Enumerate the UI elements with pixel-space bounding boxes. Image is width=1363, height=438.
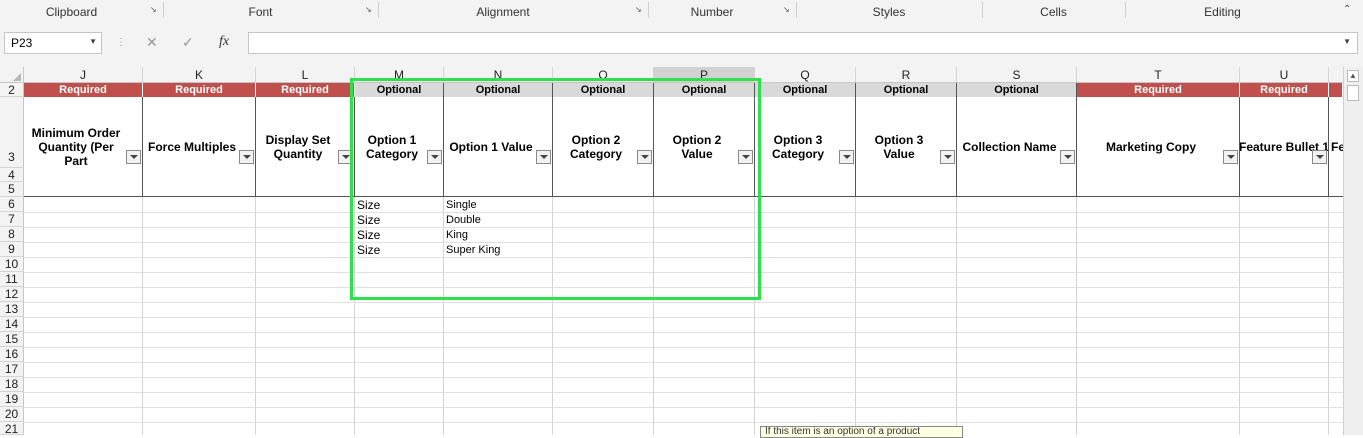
filter-dropdown-icon[interactable] [839, 150, 854, 164]
column-header-partial[interactable] [1329, 67, 1343, 82]
required-tag[interactable]: Required [1077, 83, 1240, 97]
row-header-4[interactable]: 4 [0, 168, 24, 182]
row-header-10[interactable]: 10 [0, 257, 24, 272]
filter-dropdown-icon[interactable] [940, 150, 955, 164]
name-box[interactable]: P23 ▼ [4, 32, 102, 54]
scrollbar-thumb[interactable] [1347, 85, 1359, 101]
row-gridline [24, 302, 1343, 303]
header-label: Minimum Order Quantity (Per Part [31, 125, 121, 168]
column-header-l[interactable]: L [256, 67, 355, 82]
row-gridline [24, 392, 1343, 393]
row-gridline [24, 362, 1343, 363]
chevron-down-icon[interactable]: ▼ [89, 37, 97, 46]
row-header-20[interactable]: 20 [0, 407, 24, 422]
row-header-17[interactable]: 17 [0, 362, 24, 377]
row-header-16[interactable]: 16 [0, 347, 24, 362]
ribbon-group-number[interactable]: Number [648, 0, 776, 22]
header-collection-name[interactable]: Collection Name [957, 97, 1077, 197]
required-tag[interactable]: Required [143, 83, 256, 97]
header-minimum-order-quantity[interactable]: Minimum Order Quantity (Per Part [24, 97, 143, 197]
ribbon-group-cells[interactable]: Cells [982, 0, 1125, 22]
row-header-14[interactable]: 14 [0, 317, 24, 332]
required-tag-partial[interactable] [1329, 83, 1343, 97]
column-header-r[interactable]: R [856, 67, 957, 82]
row-header-12[interactable]: 12 [0, 287, 24, 302]
row-gridline [24, 377, 1343, 378]
row-header-18[interactable]: 18 [0, 377, 24, 392]
column-header-j[interactable]: J [24, 67, 143, 82]
row-header-15[interactable]: 15 [0, 332, 24, 347]
expand-formula-bar-icon[interactable]: ▼ [1343, 37, 1351, 46]
header-feature-bullet-1[interactable]: Feature Bullet 1 [1240, 97, 1329, 197]
ribbon-group-editing[interactable]: Editing [1125, 0, 1320, 22]
select-all-button[interactable] [0, 67, 24, 82]
optional-tag[interactable]: Optional [957, 83, 1077, 97]
insert-function-button[interactable]: fx [219, 34, 229, 50]
header-option-3-value[interactable]: Option 3 Value [856, 97, 957, 197]
more-options-icon: ⋮ [116, 37, 126, 48]
formula-input[interactable]: ▼ [248, 32, 1358, 54]
header-label: Collection Name [962, 139, 1057, 154]
row-gridline [24, 317, 1343, 318]
ribbon-group-font[interactable]: Font [163, 0, 358, 22]
collapse-ribbon-icon[interactable]: ⌃ [1343, 4, 1351, 15]
filter-dropdown-icon[interactable] [126, 150, 141, 164]
row-header-3[interactable]: 3 [0, 97, 24, 168]
header-force-multiples[interactable]: Force Multiples [143, 97, 256, 197]
ribbon-group-alignment[interactable]: Alignment [378, 0, 628, 22]
row-header-9[interactable]: 9 [0, 242, 24, 257]
scroll-up-icon[interactable]: ▲ [1347, 70, 1359, 82]
filter-dropdown-icon[interactable] [239, 150, 254, 164]
header-display-set-quantity[interactable]: Display Set Quantity [256, 97, 355, 197]
filter-dropdown-icon[interactable] [1060, 150, 1075, 164]
required-tag[interactable]: Required [1240, 83, 1329, 97]
header-label: Marketing Copy [1105, 139, 1196, 154]
column-header-k[interactable]: K [143, 67, 256, 82]
row-header-5[interactable]: 5 [0, 182, 24, 197]
header-label: Fe [1331, 139, 1343, 154]
font-dialog-launcher-icon[interactable]: ↘ [365, 6, 374, 15]
name-box-value: P23 [11, 36, 33, 50]
cell-comment-tooltip: If this item is an option of a product [760, 426, 963, 438]
formula-bar: P23 ▼ ⋮ ✕ ✓ fx ▼ [0, 22, 1363, 67]
row-gridline [24, 407, 1343, 408]
column-header-s[interactable]: S [957, 67, 1077, 82]
row-gridline [24, 347, 1343, 348]
row-header-21[interactable]: 21 [0, 422, 24, 436]
row-gridline [24, 422, 1343, 423]
column-header-t[interactable]: T [1077, 67, 1240, 82]
header-option-3-category[interactable]: Option 3 Category [755, 97, 856, 197]
alignment-dialog-launcher-icon[interactable]: ↘ [635, 6, 644, 15]
row-header-6[interactable]: 6 [0, 197, 24, 212]
row-header-8[interactable]: 8 [0, 227, 24, 242]
required-tag[interactable]: Required [256, 83, 355, 97]
highlight-box [350, 78, 761, 300]
row-header-7[interactable]: 7 [0, 212, 24, 227]
ribbon-group-bar: Clipboard ↘ Font ↘ Alignment ↘ Number ↘ … [0, 0, 1363, 23]
header-marketing-copy[interactable]: Marketing Copy [1077, 97, 1240, 197]
optional-tag[interactable]: Optional [856, 83, 957, 97]
row-header-19[interactable]: 19 [0, 392, 24, 407]
check-icon[interactable]: ✓ [182, 34, 194, 51]
row-header-11[interactable]: 11 [0, 272, 24, 287]
number-dialog-launcher-icon[interactable]: ↘ [783, 6, 792, 15]
row-header-2[interactable]: 2 [0, 83, 24, 97]
filter-dropdown-icon[interactable] [1223, 150, 1238, 164]
clipboard-dialog-launcher-icon[interactable]: ↘ [150, 6, 159, 15]
row-header-13[interactable]: 13 [0, 302, 24, 317]
header-label: Force Multiples [147, 139, 236, 154]
ribbon-group-clipboard[interactable]: Clipboard [0, 0, 143, 22]
close-icon[interactable]: ✕ [146, 34, 158, 51]
optional-tag[interactable]: Optional [755, 83, 856, 97]
vertical-scrollbar[interactable]: ▲ [1343, 67, 1363, 435]
filter-dropdown-icon[interactable] [1312, 150, 1327, 164]
column-header-u[interactable]: U [1240, 67, 1329, 82]
ribbon-group-styles[interactable]: Styles [796, 0, 982, 22]
header-partial[interactable]: Fe [1329, 97, 1343, 197]
column-header-q[interactable]: Q [755, 67, 856, 82]
required-tag[interactable]: Required [24, 83, 143, 97]
row-gridline [24, 332, 1343, 333]
